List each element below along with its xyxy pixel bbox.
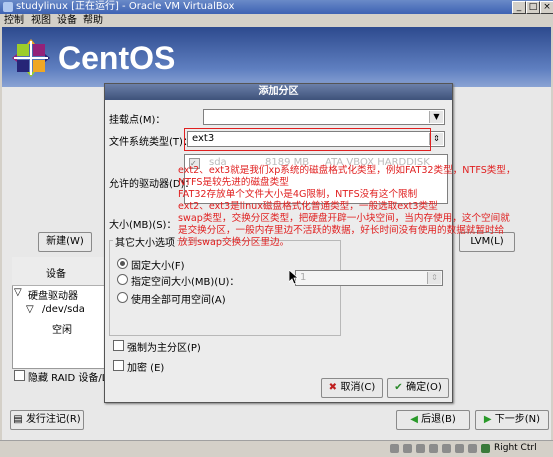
size-options-title: 其它大小选项 xyxy=(113,234,177,249)
chevron-down-icon[interactable]: ▼ xyxy=(429,111,443,123)
encrypt-label: 加密 (E) xyxy=(127,363,165,374)
tree-item-free[interactable]: 空闲 xyxy=(52,321,72,336)
virtualization-icon xyxy=(468,444,477,453)
device-column-header: 设备 xyxy=(46,269,66,280)
annotation-line-6: 是交换分区，一般内存里边不活跃的数据，好长时间没有使用的数据就暂时给 xyxy=(178,225,505,236)
guest-screen: CentOS 新建(W) LVM(L) 设备 ▽ 硬盘驱动器 ▽ /dev/sd… xyxy=(2,27,551,440)
menu-view[interactable]: 视图 xyxy=(31,14,51,27)
usb-status-icon[interactable] xyxy=(442,444,451,453)
menu-control[interactable]: 控制 xyxy=(4,14,24,27)
tree-item-harddrives[interactable]: 硬盘驱动器 xyxy=(28,287,78,302)
hide-raid-label: 隐藏 RAID 设备/LV xyxy=(28,373,114,384)
dialog-title: 添加分区 xyxy=(105,84,452,100)
new-partition-button[interactable]: 新建(W) xyxy=(38,232,92,252)
fill-size-radio[interactable] xyxy=(117,292,128,303)
ok-label: 确定(O) xyxy=(406,382,442,393)
fixed-size-label: 固定大小(F) xyxy=(131,261,185,272)
vbox-statusbar: Right Ctrl xyxy=(0,440,553,457)
fstype-label: 文件系统类型(T)： xyxy=(109,137,193,148)
window-title: studylinux [正在运行] - Oracle VM VirtualBox xyxy=(16,1,235,12)
cancel-button[interactable]: ✖ 取消(C) xyxy=(321,378,383,398)
tree-item-sda[interactable]: /dev/sda xyxy=(42,304,85,315)
maximize-button[interactable]: □ xyxy=(526,1,540,14)
menu-help[interactable]: 帮助 xyxy=(83,14,103,27)
annotation-line-4: ext2、ext3是linux磁盘格式化普通类型，一般选取ext3类型 xyxy=(178,201,438,212)
cdrom-status-icon[interactable] xyxy=(403,444,412,453)
tree-expander-icon[interactable]: ▽ xyxy=(26,304,34,315)
upto-size-value: 1 xyxy=(300,272,307,283)
size-options-group xyxy=(109,240,341,336)
notes-icon: ▤ xyxy=(13,414,26,425)
minimize-button[interactable]: _ xyxy=(512,1,526,14)
next-arrow-icon: ▶ xyxy=(483,414,495,425)
upto-size-label: 指定空间大小(MB)(U)： xyxy=(131,277,240,288)
back-arrow-icon: ◀ xyxy=(410,414,422,425)
centos-logo-text: CentOS xyxy=(58,40,176,76)
centos-banner: CentOS xyxy=(2,27,551,87)
size-label: 大小(MB)(S)： xyxy=(109,220,177,231)
upto-size-spinner[interactable]: 1 ⇕ xyxy=(295,270,443,286)
encrypt-checkbox[interactable] xyxy=(113,360,124,371)
centos-logo-icon xyxy=(12,39,50,77)
mouse-cursor-icon xyxy=(289,270,299,285)
back-button[interactable]: ◀ 后退(B) xyxy=(396,410,470,430)
next-button[interactable]: ▶ 下一步(N) xyxy=(475,410,549,430)
ok-button[interactable]: ✔ 确定(O) xyxy=(387,378,449,398)
force-primary-checkbox[interactable] xyxy=(113,340,124,351)
fixed-size-radio[interactable] xyxy=(117,258,128,269)
window-titlebar: studylinux [正在运行] - Oracle VM VirtualBox… xyxy=(0,0,553,14)
upto-size-radio[interactable] xyxy=(117,274,128,285)
annotation-line-5: swap类型，交换分区类型，把硬盘开辟一小块空间，当内存使用，这个空间就 xyxy=(178,213,510,224)
hide-raid-checkbox[interactable] xyxy=(14,370,25,381)
spinner-arrows-icon[interactable]: ⇕ xyxy=(427,272,441,284)
ok-icon: ✔ xyxy=(394,382,407,393)
tree-expander-icon[interactable]: ▽ xyxy=(14,287,22,298)
menu-devices[interactable]: 设备 xyxy=(57,14,77,27)
annotation-highlight-box xyxy=(184,128,431,151)
annotation-line-7: 放到swap交换分区里边。 xyxy=(178,237,290,248)
shared-folders-icon[interactable] xyxy=(455,444,464,453)
mount-point-combo[interactable]: ▼ xyxy=(203,109,445,125)
network-status-icon[interactable] xyxy=(429,444,438,453)
host-key-label: Right Ctrl xyxy=(494,443,537,453)
next-label: 下一步(N) xyxy=(494,414,541,425)
cancel-icon: ✖ xyxy=(328,382,341,393)
hdd-status-icon[interactable] xyxy=(390,444,399,453)
virtualbox-app-icon xyxy=(3,2,13,12)
cancel-label: 取消(C) xyxy=(340,382,376,393)
chevron-updown-icon[interactable]: ⇕ xyxy=(429,133,443,145)
mount-point-label: 挂载点(M)： xyxy=(109,115,166,126)
close-button[interactable]: × xyxy=(540,1,553,14)
floppy-status-icon[interactable] xyxy=(416,444,425,453)
annotation-line-2: NTFS是较先进的磁盘类型 xyxy=(178,177,289,188)
annotation-line-1: ext2、ext3就是我们xp系统的磁盘格式化类型，例如FAT32类型，NTFS… xyxy=(178,165,516,176)
back-label: 后退(B) xyxy=(421,414,456,425)
annotation-line-3: FAT32存放单个文件大小是4G限制，NTFS没有这个限制 xyxy=(178,189,418,200)
force-primary-label: 强制为主分区(P) xyxy=(127,343,201,354)
mouse-integration-icon[interactable] xyxy=(481,444,490,453)
fill-size-label: 使用全部可用空间(A) xyxy=(131,295,226,306)
release-notes-button[interactable]: ▤ 发行注记(R) xyxy=(10,410,84,430)
menubar: 控制 视图 设备 帮助 xyxy=(0,14,553,27)
release-notes-label: 发行注记(R) xyxy=(25,414,81,425)
